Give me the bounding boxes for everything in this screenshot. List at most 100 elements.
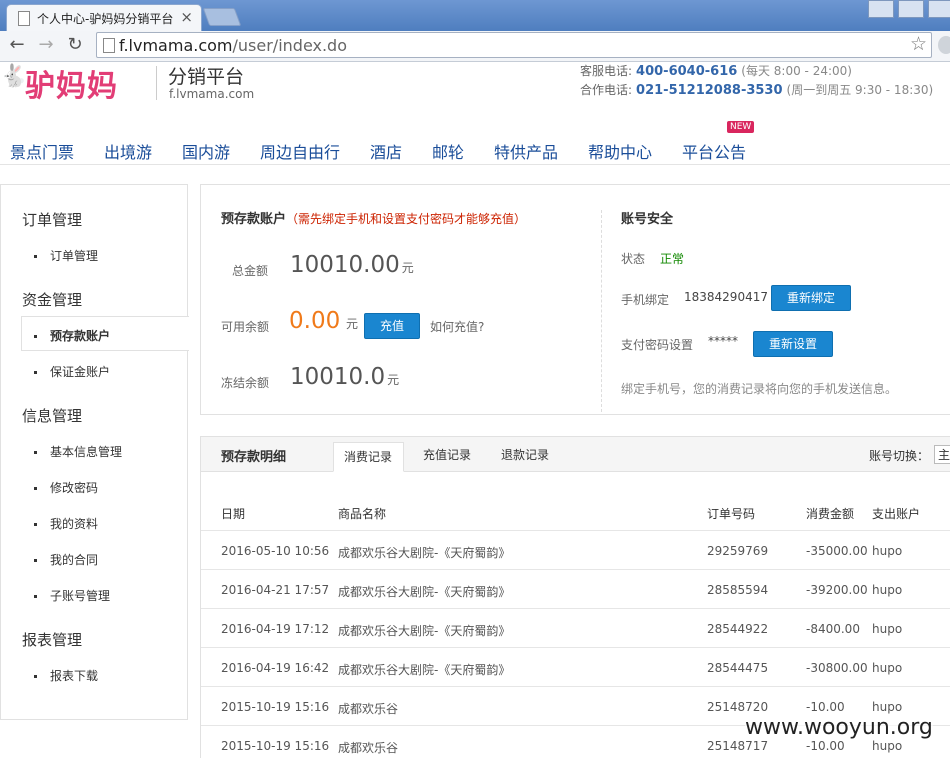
pay-password-value: ***** [708, 334, 738, 348]
site-logo[interactable]: 驴妈妈 [25, 61, 118, 105]
table-row: 2016-04-19 16:42 成都欢乐谷大剧院-《天府蜀韵》 2854447… [201, 648, 950, 687]
sidebar: 订单管理 订单管理 资金管理 预存款账户 保证金账户 信息管理 基本信息管理 修… [0, 184, 189, 720]
browser-tab[interactable]: 个人中心-驴妈妈分销平台 × [6, 4, 202, 31]
recharge-button[interactable]: 充值 [364, 313, 420, 339]
col-date: 日期 [221, 507, 246, 521]
close-icon[interactable]: × [180, 8, 193, 26]
account-title: 预存款账户（需先绑定手机和设置支付密码才能够充值） [221, 212, 527, 227]
tab-recharge[interactable]: 充值记录 [423, 446, 471, 463]
page-icon [103, 38, 115, 53]
forward-icon[interactable]: → [35, 34, 57, 55]
sidebar-group-reports: 报表管理 [22, 631, 83, 649]
bookmark-star-icon[interactable]: ☆ [910, 33, 927, 55]
reset-password-button[interactable]: 重新设置 [753, 331, 833, 357]
sidebar-item-deposit[interactable]: 预存款账户 [34, 327, 110, 344]
status-label: 状态 [621, 252, 646, 266]
minimize-button[interactable] [868, 0, 894, 18]
cell-account: hupo [872, 622, 903, 636]
donkey-logo-icon: 🐇 [0, 64, 28, 89]
cell-date: 2016-04-19 17:12 [221, 622, 330, 636]
cell-amount: -30800.00 [806, 661, 868, 675]
sidebar-item-basic-info[interactable]: 基本信息管理 [34, 443, 122, 460]
sidebar-group-funds: 资金管理 [22, 291, 83, 309]
back-icon[interactable]: ← [6, 34, 28, 55]
cell-product: 成都欢乐谷大剧院-《天府蜀韵》 [338, 585, 511, 599]
cell-amount: -10.00 [806, 739, 845, 753]
cell-order: 28585594 [707, 583, 769, 597]
nav-item-announcement[interactable]: 平台公告 [682, 139, 746, 163]
frozen-label: 冻结余额 [221, 376, 270, 390]
cell-order: 28544922 [707, 622, 769, 636]
frozen-amount: 10010.0 元 [290, 364, 400, 390]
nav-item-special[interactable]: 特供产品 [494, 139, 558, 163]
new-tab-button[interactable] [202, 8, 242, 26]
tab-title: 个人中心-驴妈妈分销平台 [37, 12, 174, 26]
account-warning: （需先绑定手机和设置支付密码才能够充值） [286, 212, 527, 226]
cell-order: 29259769 [707, 544, 769, 558]
service-phone-line: 客服电话: 400-6040-616 (每天 8:00 - 24:00) [580, 64, 852, 79]
cell-product: 成都欢乐谷大剧院-《天府蜀韵》 [338, 546, 511, 560]
address-bar[interactable]: f.lvmama.com/user/index.do ☆ [96, 32, 932, 58]
sidebar-item-guarantee[interactable]: 保证金账户 [34, 363, 110, 380]
table-row: 2016-04-21 17:57 成都欢乐谷大剧院-《天府蜀韵》 2858559… [201, 570, 950, 609]
available-label: 可用余额 [221, 320, 270, 334]
sidebar-item-subaccount[interactable]: 子账号管理 [34, 587, 110, 604]
rebind-button[interactable]: 重新绑定 [771, 285, 851, 311]
cell-date: 2016-04-21 17:57 [221, 583, 330, 597]
total-label: 总金额 [232, 264, 269, 278]
cell-amount: -10.00 [806, 700, 845, 714]
new-badge: NEW [727, 121, 755, 133]
nav-divider [0, 164, 950, 165]
sidebar-item-orders[interactable]: 订单管理 [34, 247, 98, 264]
col-account: 支出账户 [872, 507, 921, 521]
url-text[interactable]: f.lvmama.com/user/index.do [119, 36, 347, 55]
col-product: 商品名称 [338, 507, 387, 521]
table-row: 2016-04-19 17:12 成都欢乐谷大剧院-《天府蜀韵》 2854492… [201, 609, 950, 648]
security-note: 绑定手机号，您的消费记录将向您的手机发送信息。 [621, 382, 898, 396]
cell-order: 25148720 [707, 700, 769, 714]
available-amount: 0.00 元 [289, 308, 359, 334]
cell-product: 成都欢乐谷 [338, 702, 399, 716]
sidebar-item-password[interactable]: 修改密码 [34, 479, 98, 496]
total-amount: 10010.00 元 [290, 252, 414, 278]
sidebar-group-orders: 订单管理 [22, 211, 83, 229]
panel-separator [601, 210, 602, 412]
how-recharge-link[interactable]: 如何充值? [430, 318, 484, 335]
maximize-button[interactable] [898, 0, 924, 18]
sidebar-item-report-download[interactable]: 报表下载 [34, 667, 98, 684]
account-switch-select[interactable]: 主 [934, 445, 950, 464]
cell-account: hupo [872, 661, 903, 675]
cell-product: 成都欢乐谷大剧院-《天府蜀韵》 [338, 663, 511, 677]
cell-order: 28544475 [707, 661, 769, 675]
nav-item-domestic[interactable]: 国内游 [182, 139, 230, 163]
window-close-button[interactable] [928, 0, 950, 18]
site-domain: f.lvmama.com [169, 87, 255, 101]
account-switch-label: 账号切换： [869, 449, 930, 463]
cell-account: hupo [872, 739, 903, 753]
table-row: 2016-05-10 10:56 成都欢乐谷大剧院-《天府蜀韵》 2925976… [201, 531, 950, 570]
col-order: 订单号码 [707, 507, 756, 521]
phone-value: 18384290417 [684, 290, 768, 304]
tab-refund[interactable]: 退款记录 [501, 446, 549, 463]
nav-item-hotel[interactable]: 酒店 [370, 139, 402, 163]
cell-amount: -35000.00 [806, 544, 868, 558]
sidebar-item-contract[interactable]: 我的合同 [34, 551, 98, 568]
cell-amount: -39200.00 [806, 583, 868, 597]
cell-account: hupo [872, 583, 903, 597]
browser-menu-icon[interactable] [938, 36, 950, 54]
nav-item-nearby[interactable]: 周边自由行 [260, 139, 340, 163]
phone-label: 手机绑定 [621, 293, 670, 307]
nav-item-outbound[interactable]: 出境游 [104, 139, 152, 163]
reload-icon[interactable]: ↻ [64, 34, 86, 55]
tab-consumption[interactable]: 消费记录 [344, 448, 392, 465]
nav-item-tickets[interactable]: 景点门票 [10, 139, 74, 163]
sidebar-item-profile[interactable]: 我的资料 [34, 515, 98, 532]
nav-item-cruise[interactable]: 邮轮 [432, 139, 464, 163]
cell-product: 成都欢乐谷 [338, 741, 399, 755]
nav-item-help[interactable]: 帮助中心 [588, 139, 652, 163]
detail-title: 预存款明细 [221, 450, 287, 465]
logo-divider [156, 66, 157, 100]
sidebar-group-info: 信息管理 [22, 407, 83, 425]
cell-account: hupo [872, 700, 903, 714]
security-title: 账号安全 [621, 212, 674, 227]
